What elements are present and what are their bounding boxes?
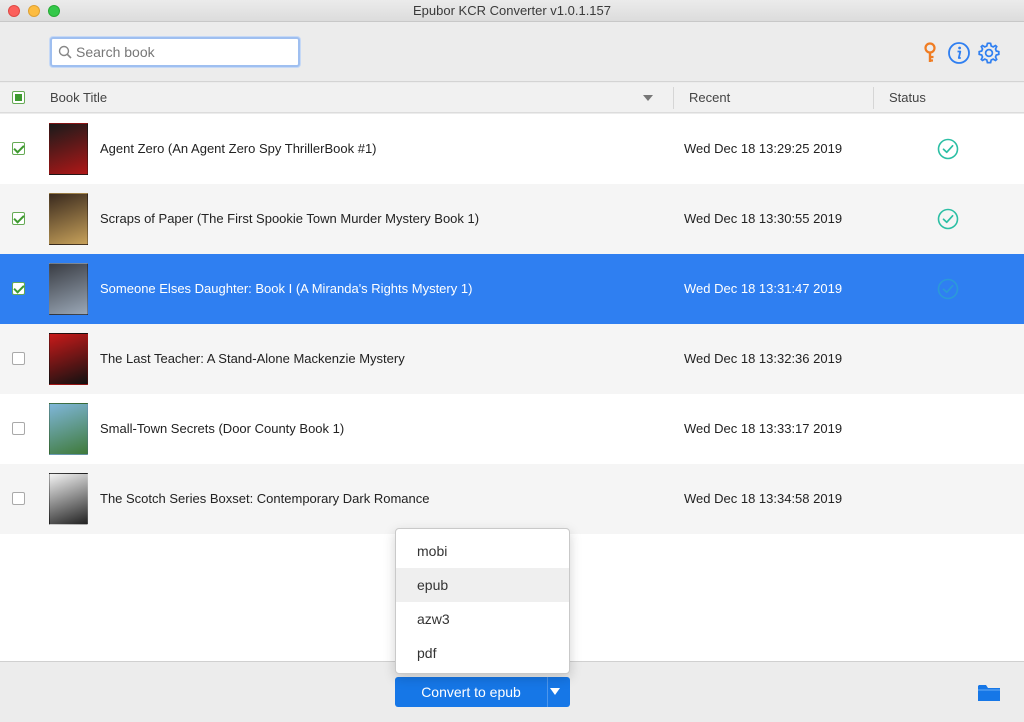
format-dropdown-menu: mobi epub azw3 pdf [395, 528, 570, 674]
toolbar [0, 22, 1024, 82]
format-option-mobi[interactable]: mobi [396, 534, 569, 568]
format-option-epub[interactable]: epub [396, 568, 569, 602]
row-checkbox[interactable] [12, 352, 25, 365]
book-title: Small-Town Secrets (Door County Book 1) [100, 421, 345, 436]
column-divider [673, 87, 674, 109]
format-option-azw3[interactable]: azw3 [396, 602, 569, 636]
info-icon[interactable] [947, 41, 971, 65]
table-row[interactable]: The Last Teacher: A Stand-Alone Mackenzi… [0, 324, 1024, 394]
book-cover-thumbnail [49, 123, 88, 175]
row-checkbox[interactable] [12, 282, 25, 295]
table-row[interactable]: Someone Elses Daughter: Book I (A Mirand… [0, 254, 1024, 324]
book-recent-date: Wed Dec 18 13:33:17 2019 [684, 421, 843, 436]
convert-button[interactable]: Convert to epub [395, 677, 570, 707]
window-minimize-button[interactable] [28, 5, 40, 17]
title-bar: Epubor KCR Converter v1.0.1.157 [0, 0, 1024, 22]
book-cover-thumbnail [49, 403, 88, 455]
check-circle-icon [937, 208, 959, 230]
book-cover-thumbnail [49, 193, 88, 245]
select-all-checkbox[interactable] [12, 91, 25, 104]
key-icon[interactable] [918, 41, 942, 65]
table-row[interactable]: Agent Zero (An Agent Zero Spy ThrillerBo… [0, 114, 1024, 184]
table-row[interactable]: The Scotch Series Boxset: Contemporary D… [0, 464, 1024, 534]
table-header: Book Title Recent Status [0, 83, 1024, 113]
search-icon [58, 45, 72, 59]
book-cover-thumbnail [49, 473, 88, 525]
book-recent-date: Wed Dec 18 13:29:25 2019 [684, 141, 843, 156]
check-circle-icon [937, 138, 959, 160]
book-cover-thumbnail [49, 263, 88, 315]
window-title: Epubor KCR Converter v1.0.1.157 [413, 3, 611, 18]
book-title: Agent Zero (An Agent Zero Spy ThrillerBo… [100, 141, 377, 156]
table-row[interactable]: Small-Town Secrets (Door County Book 1) W… [0, 394, 1024, 464]
format-option-pdf[interactable]: pdf [396, 636, 569, 670]
book-recent-date: Wed Dec 18 13:30:55 2019 [684, 211, 843, 226]
book-title: Scraps of Paper (The First Spookie Town … [100, 211, 480, 226]
book-title: Someone Elses Daughter: Book I (A Mirand… [100, 281, 473, 296]
search-box[interactable] [50, 37, 300, 67]
table-row[interactable]: Scraps of Paper (The First Spookie Town … [0, 184, 1024, 254]
book-recent-date: Wed Dec 18 13:31:47 2019 [684, 281, 843, 296]
book-recent-date: Wed Dec 18 13:32:36 2019 [684, 351, 843, 366]
search-input[interactable] [76, 42, 291, 62]
check-circle-icon [937, 278, 959, 300]
column-divider [873, 87, 874, 109]
convert-button-divider [547, 677, 548, 707]
column-header-status[interactable]: Status [889, 83, 926, 113]
column-header-title[interactable]: Book Title [50, 83, 107, 113]
convert-button-label: Convert to epub [421, 684, 521, 700]
window-close-button[interactable] [8, 5, 20, 17]
book-cover-thumbnail [49, 333, 88, 385]
format-dropdown-arrow-icon[interactable] [550, 688, 560, 695]
book-title: The Last Teacher: A Stand-Alone Mackenzi… [100, 351, 405, 366]
book-title: The Scotch Series Boxset: Contemporary D… [100, 491, 430, 506]
folder-icon[interactable] [977, 683, 1001, 703]
column-header-recent[interactable]: Recent [689, 83, 730, 113]
row-checkbox[interactable] [12, 422, 25, 435]
window-zoom-button[interactable] [48, 5, 60, 17]
row-checkbox[interactable] [12, 212, 25, 225]
sort-arrow-icon[interactable] [643, 95, 653, 101]
row-checkbox[interactable] [12, 492, 25, 505]
row-checkbox[interactable] [12, 142, 25, 155]
book-recent-date: Wed Dec 18 13:34:58 2019 [684, 491, 843, 506]
gear-icon[interactable] [977, 41, 1001, 65]
